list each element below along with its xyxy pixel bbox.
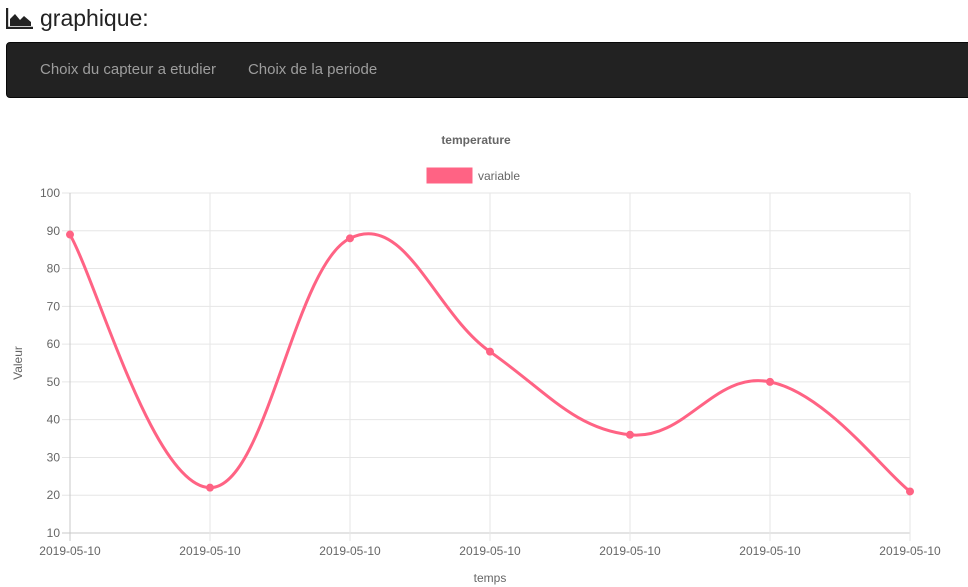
legend-swatch[interactable]	[426, 167, 473, 184]
data-point[interactable]	[346, 234, 354, 243]
data-point[interactable]	[766, 377, 774, 386]
data-point[interactable]	[206, 483, 214, 492]
x-tick-label: 2019-05-10	[39, 544, 101, 558]
line-chart: temperature variable 100 90 80 70 60 50 40 30 20…	[11, 133, 941, 585]
data-point[interactable]	[906, 487, 914, 496]
y-tick-label: 100	[40, 186, 60, 200]
area-chart-icon	[6, 8, 33, 29]
y-tick-label: 10	[47, 526, 61, 540]
page-heading: graphique:	[6, 2, 149, 34]
y-tick-label: 60	[47, 337, 61, 351]
data-point[interactable]	[486, 347, 494, 356]
x-tick-label: 2019-05-10	[879, 544, 941, 558]
nav-item-periode[interactable]: Choix de la periode	[232, 42, 393, 98]
y-tick-label: 50	[47, 375, 61, 389]
chart-title: temperature	[441, 133, 511, 147]
legend-label[interactable]: variable	[478, 169, 520, 183]
data-point[interactable]	[626, 430, 634, 439]
x-axis-label: temps	[474, 571, 507, 585]
y-tick-label: 40	[47, 413, 61, 427]
y-tick-label: 80	[47, 262, 61, 276]
y-tick-label: 90	[47, 224, 61, 238]
y-tick-label: 30	[47, 450, 61, 464]
page-title: graphique:	[40, 4, 149, 31]
data-point[interactable]	[66, 230, 74, 239]
navbar: Choix du capteur a etudier Choix de la p…	[6, 42, 968, 98]
y-tick-label: 20	[47, 488, 61, 502]
x-tick-label: 2019-05-10	[459, 544, 521, 558]
x-tick-label: 2019-05-10	[179, 544, 241, 558]
nav-item-capteur[interactable]: Choix du capteur a etudier	[24, 42, 232, 98]
x-tick-label: 2019-05-10	[599, 544, 661, 558]
y-axis-label: Valeur	[11, 346, 25, 380]
x-tick-label: 2019-05-10	[739, 544, 801, 558]
x-tick-label: 2019-05-10	[319, 544, 381, 558]
y-tick-label: 70	[47, 299, 61, 313]
